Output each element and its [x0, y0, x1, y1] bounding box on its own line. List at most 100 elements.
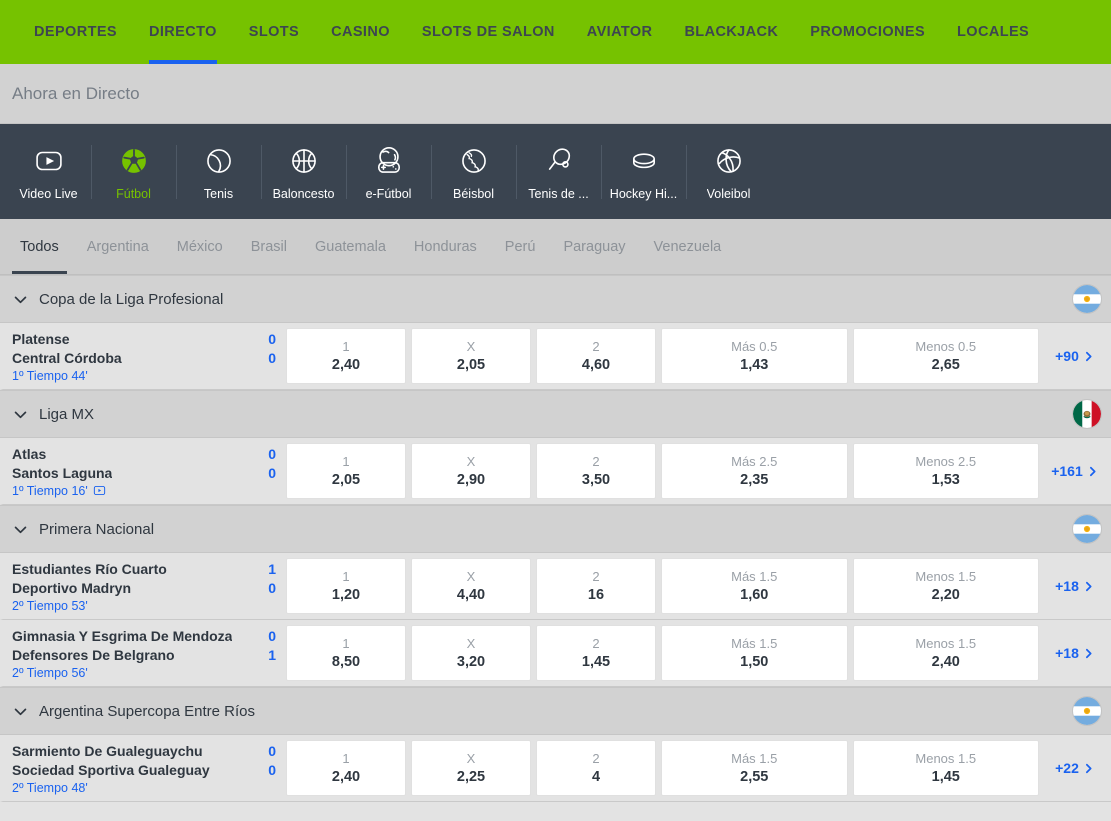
more-markets-link[interactable]: +90	[1039, 323, 1111, 389]
nav-item-blackjack[interactable]: BLACKJACK	[668, 0, 794, 64]
country-tab-honduras[interactable]: Honduras	[400, 219, 491, 274]
sport-tab-tenis-de[interactable]: Tenis de ...	[516, 131, 601, 213]
team-name: Santos Laguna	[12, 464, 113, 481]
sport-tab-b-isbol[interactable]: Béisbol	[431, 131, 516, 213]
match-status-text: 1º Tiempo 16'	[12, 483, 88, 498]
match-row[interactable]: Estudiantes Río Cuarto 1 Deportivo Madryn 0…	[0, 553, 1111, 620]
match-status-text: 1º Tiempo 44'	[12, 368, 88, 383]
country-tab-paraguay[interactable]: Paraguay	[549, 219, 639, 274]
country-tab-brasil[interactable]: Brasil	[237, 219, 301, 274]
odd-button[interactable]: 1 2,40	[286, 740, 406, 796]
more-markets-link[interactable]: +161	[1039, 438, 1111, 504]
odd-button[interactable]: 2 4,60	[536, 328, 656, 384]
sport-tab-tenis[interactable]: Tenis	[176, 131, 261, 213]
sport-tab-video-live[interactable]: Video Live	[6, 131, 91, 213]
country-tab-todos[interactable]: Todos	[6, 219, 73, 274]
nav-item-directo[interactable]: DIRECTO	[133, 0, 233, 64]
nav-item-slots-de-salon[interactable]: SLOTS DE SALON	[406, 0, 571, 64]
team-score: 0	[268, 446, 276, 463]
odd-button[interactable]: X 2,25	[411, 740, 531, 796]
odd-button[interactable]: Menos 1.5 2,20	[852, 558, 1039, 614]
nav-item-promociones[interactable]: PROMOCIONES	[794, 0, 941, 64]
nav-item-casino[interactable]: CASINO	[315, 0, 406, 64]
odd-value: 4,60	[581, 357, 611, 373]
odd-button[interactable]: Más 2.5 2,35	[661, 443, 848, 499]
odd-button[interactable]: Menos 1.5 2,40	[852, 625, 1039, 681]
odd-label: 1	[342, 636, 350, 651]
odd-value: 2,90	[456, 472, 486, 488]
odd-label: X	[466, 636, 476, 651]
odd-button[interactable]: X 2,05	[411, 328, 531, 384]
team-line: Defensores De Belgrano 1	[12, 646, 276, 664]
odd-button[interactable]: X 3,20	[411, 625, 531, 681]
odd-button[interactable]: Más 1.5 2,55	[661, 740, 848, 796]
sport-tab-voleibol[interactable]: Voleibol	[686, 131, 771, 213]
more-markets-count: +18	[1055, 645, 1079, 661]
match-row[interactable]: Gimnasia Y Esgrima De Mendoza 0 Defensores…	[0, 620, 1111, 687]
match-status: 1º Tiempo 44'	[12, 369, 276, 383]
match-row[interactable]: Atlas 0 Santos Laguna 0 1º Tiempo 16' 1 2,05 X 2…	[0, 438, 1111, 505]
odd-button[interactable]: 2 3,50	[536, 443, 656, 499]
country-tab-venezuela[interactable]: Venezuela	[640, 219, 736, 274]
odd-value: 1,53	[931, 472, 960, 488]
odd-button[interactable]: X 2,90	[411, 443, 531, 499]
odd-button[interactable]: 2 1,45	[536, 625, 656, 681]
odds-group: 1 2,40 X 2,25 2 4 Más 1.5 2,55 Menos 1.5 1,45	[286, 735, 1039, 801]
nav-item-label: CASINO	[331, 24, 390, 40]
more-markets-link[interactable]: +18	[1039, 620, 1111, 686]
league-header[interactable]: Copa de la Liga Profesional	[0, 275, 1111, 323]
chevron-right-icon	[1086, 465, 1099, 478]
nav-item-aviator[interactable]: AVIATOR	[571, 0, 669, 64]
match-row[interactable]: Platense 0 Central Córdoba 0 1º Tiempo 44' 1 2…	[0, 323, 1111, 390]
country-tab-guatemala[interactable]: Guatemala	[301, 219, 400, 274]
table-tennis-icon	[542, 142, 576, 180]
odd-value: 3,20	[456, 654, 486, 670]
odd-button[interactable]: Menos 0.5 2,65	[852, 328, 1039, 384]
nav-item-slots[interactable]: SLOTS	[233, 0, 315, 64]
country-flag-mexico-icon	[1073, 400, 1101, 428]
odd-button[interactable]: 1 2,40	[286, 328, 406, 384]
chevron-down-icon[interactable]	[12, 521, 29, 538]
country-tab-per-[interactable]: Perú	[491, 219, 550, 274]
odd-button[interactable]: 1 8,50	[286, 625, 406, 681]
odd-value: 2,40	[331, 769, 361, 785]
nav-item-deportes[interactable]: DEPORTES	[18, 0, 133, 64]
league-header[interactable]: Argentina Supercopa Entre Ríos	[0, 687, 1111, 735]
chevron-down-icon[interactable]	[12, 703, 29, 720]
odd-button[interactable]: 2 16	[536, 558, 656, 614]
league-header[interactable]: Primera Nacional	[0, 505, 1111, 553]
odd-button[interactable]: 24	[536, 740, 656, 796]
odd-button[interactable]: 1 1,20	[286, 558, 406, 614]
match-teams[interactable]: Atlas 0 Santos Laguna 0 1º Tiempo 16'	[3, 438, 286, 504]
live-video-icon[interactable]	[93, 484, 106, 497]
odd-button[interactable]: Menos 1.5 1,45	[852, 740, 1039, 796]
match-teams[interactable]: Estudiantes Río Cuarto 1 Deportivo Madryn 0…	[3, 553, 286, 619]
team-name: Gimnasia Y Esgrima De Mendoza	[12, 628, 233, 645]
odd-button[interactable]: Más 1.5 1,50	[661, 625, 848, 681]
country-tab-m-xico[interactable]: México	[163, 219, 237, 274]
nav-item-label: PROMOCIONES	[810, 24, 926, 40]
sport-tab-hockey-hi[interactable]: Hockey Hi...	[601, 131, 686, 213]
odd-label: 2	[592, 339, 600, 354]
sport-tab-e-f-tbol[interactable]: e-Fútbol	[346, 131, 431, 213]
league-header[interactable]: Liga MX	[0, 390, 1111, 438]
match-teams[interactable]: Gimnasia Y Esgrima De Mendoza 0 Defensores…	[3, 620, 286, 686]
nav-item-locales[interactable]: LOCALES	[941, 0, 1045, 64]
odd-button[interactable]: Más 1.5 1,60	[661, 558, 848, 614]
more-markets-link[interactable]: +22	[1039, 735, 1111, 801]
more-markets-count: +22	[1055, 760, 1079, 776]
odd-button[interactable]: Menos 2.5 1,53	[852, 443, 1039, 499]
country-tab-argentina[interactable]: Argentina	[73, 219, 163, 274]
match-teams[interactable]: Platense 0 Central Córdoba 0 1º Tiempo 44'	[3, 323, 286, 389]
odd-button[interactable]: Más 0.5 1,43	[661, 328, 848, 384]
match-teams[interactable]: Sarmiento De Gualeguaychu 0 Sociedad Sport…	[3, 735, 286, 801]
odd-button[interactable]: 1 2,05	[286, 443, 406, 499]
sport-tab-f-tbol[interactable]: Fútbol	[91, 131, 176, 213]
hockey-puck-icon	[627, 142, 661, 180]
sport-tab-baloncesto[interactable]: Baloncesto	[261, 131, 346, 213]
more-markets-link[interactable]: +18	[1039, 553, 1111, 619]
match-row[interactable]: Sarmiento De Gualeguaychu 0 Sociedad Sport…	[0, 735, 1111, 802]
chevron-down-icon[interactable]	[12, 406, 29, 423]
odd-button[interactable]: X 4,40	[411, 558, 531, 614]
chevron-down-icon[interactable]	[12, 291, 29, 308]
